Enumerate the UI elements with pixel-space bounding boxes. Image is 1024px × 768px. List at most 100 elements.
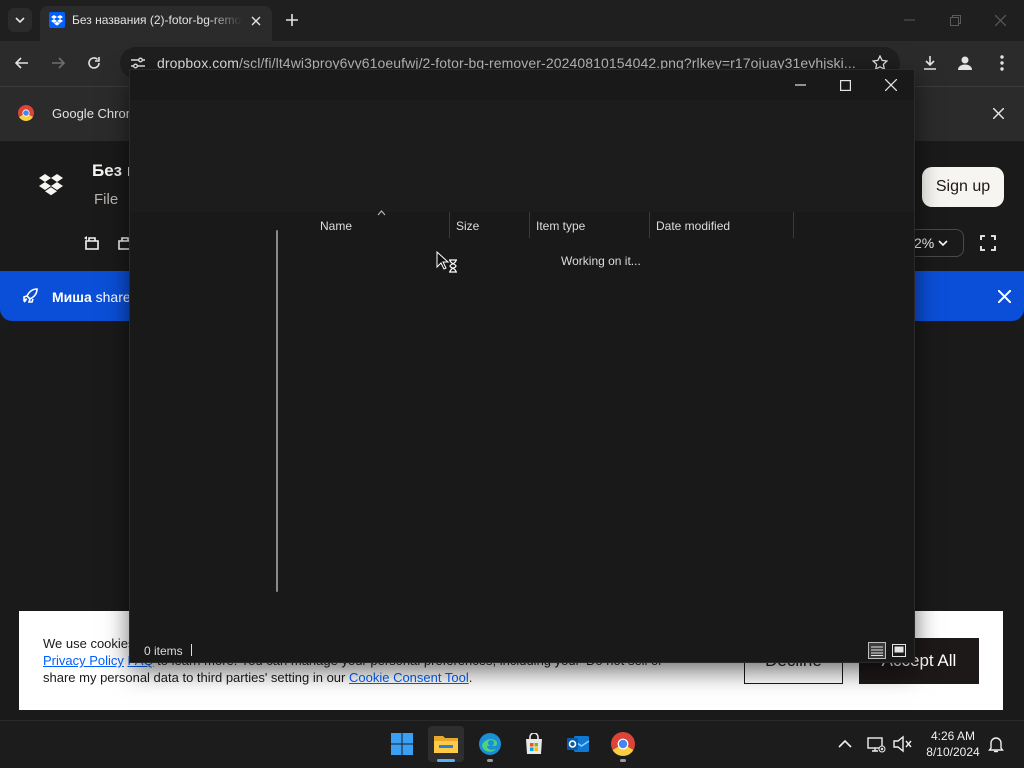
tab-close-button[interactable] (247, 12, 265, 30)
taskbar-store[interactable] (516, 726, 552, 762)
cookie-consent-link[interactable]: Cookie Consent Tool (349, 670, 469, 685)
rotate-left-icon[interactable] (82, 234, 102, 252)
file-list[interactable] (288, 212, 914, 640)
loading-message: Working on it... (561, 254, 641, 268)
more-vertical-icon (1000, 55, 1004, 71)
preview-view-icon (892, 644, 906, 657)
sort-ascending-icon (377, 210, 386, 216)
network-icon[interactable] (866, 734, 886, 754)
dialog-status-bar (130, 640, 914, 662)
dropbox-favicon-icon (49, 12, 65, 28)
url-text[interactable]: dropbox.com/scl/fi/lt4wi3proy6vy61oeufwj… (157, 55, 857, 71)
details-view-button[interactable] (868, 642, 886, 659)
privacy-policy-link[interactable]: Privacy Policy (43, 653, 124, 668)
taskbar-outlook[interactable] (560, 726, 596, 762)
dialog-close-button[interactable] (879, 76, 903, 94)
infobar-close-button[interactable] (989, 104, 1007, 122)
notification-bell-icon[interactable] (987, 735, 1005, 753)
column-divider[interactable] (529, 212, 530, 238)
windows-start-icon (391, 733, 413, 755)
taskbar-chrome[interactable] (605, 726, 641, 762)
dialog-maximize-button[interactable] (833, 76, 857, 94)
folder-icon (434, 736, 458, 753)
minimize-icon (903, 19, 915, 21)
star-icon (872, 55, 888, 71)
restore-icon (949, 14, 961, 26)
close-icon (992, 107, 1004, 119)
column-header-date-modified[interactable]: Date modified (656, 219, 730, 233)
reload-button[interactable] (80, 49, 108, 77)
column-divider[interactable] (649, 212, 650, 238)
zoom-select[interactable]: 2% (912, 229, 964, 257)
navigation-scrollbar[interactable] (276, 230, 278, 592)
column-header-size[interactable]: Size (456, 219, 479, 233)
browser-restore-button[interactable] (943, 10, 967, 30)
column-header-item-type[interactable]: Item type (536, 219, 585, 233)
url-host: dropbox.com (157, 55, 240, 71)
chevron-down-icon (15, 17, 25, 23)
maximize-icon (839, 79, 851, 91)
chrome-menu-button[interactable] (988, 49, 1016, 77)
list-view-icon (871, 646, 883, 656)
taskbar-edge[interactable] (472, 726, 508, 762)
dialog-minimize-button[interactable] (788, 76, 812, 94)
browser-close-button[interactable] (988, 10, 1012, 30)
cookie-line-end: . (468, 670, 473, 685)
active-app-indicator (437, 759, 455, 762)
status-separator (191, 644, 192, 656)
close-icon (997, 289, 1011, 303)
outlook-icon (567, 736, 590, 752)
tune-icon (131, 57, 145, 69)
navigation-pane[interactable] (130, 212, 288, 640)
chrome-icon (611, 732, 635, 756)
profile-button[interactable] (951, 49, 979, 77)
sign-up-button[interactable]: Sign up (922, 167, 1004, 207)
taskbar-file-explorer[interactable] (428, 726, 464, 762)
dropbox-logo-icon[interactable] (39, 174, 63, 196)
cookie-line-3: share my personal data to third parties'… (43, 670, 349, 685)
busy-cursor-icon (436, 251, 457, 273)
reload-icon (88, 57, 100, 69)
plus-icon (286, 14, 298, 26)
cookie-line-1: We use cookies (43, 636, 135, 651)
tab-search-button[interactable] (8, 8, 32, 32)
forward-button[interactable] (44, 49, 72, 77)
column-divider[interactable] (793, 212, 794, 238)
person-icon (958, 56, 972, 70)
infobar-message: Google Chrom (52, 106, 137, 121)
running-app-indicator (620, 759, 626, 762)
tab-title: Без названия (2)-fotor-bg-remover-202408… (72, 13, 242, 27)
back-button[interactable] (8, 49, 36, 77)
chevron-up-icon[interactable] (836, 735, 854, 753)
column-header-name[interactable]: Name (320, 219, 352, 233)
downloads-button[interactable] (916, 49, 944, 77)
file-menu[interactable]: File (94, 191, 118, 208)
store-icon (526, 733, 542, 754)
banner-message: share (91, 289, 131, 305)
column-divider[interactable] (449, 212, 450, 238)
banner-close-button[interactable] (995, 287, 1013, 305)
zoom-value: 2% (914, 235, 935, 251)
item-count: 0 items (144, 644, 183, 658)
url-path: /scl/fi/lt4wi3proy6vy61oeufwj/2-fotor-bg… (239, 55, 856, 71)
arrow-right-icon (52, 57, 65, 69)
running-app-indicator (487, 759, 493, 762)
arrow-left-icon (15, 57, 28, 69)
fullscreen-icon[interactable] (979, 234, 997, 252)
download-icon (924, 56, 936, 70)
close-icon (251, 16, 261, 26)
clock-time[interactable]: 4:26 AM (920, 729, 986, 743)
chrome-logo-icon (18, 105, 34, 121)
sharer-name: Миша (52, 289, 92, 305)
close-icon (885, 79, 897, 91)
chevron-down-icon (938, 240, 948, 246)
edge-icon (479, 733, 501, 755)
new-tab-button[interactable] (282, 10, 302, 30)
volume-muted-icon[interactable] (892, 735, 912, 753)
start-button[interactable] (384, 726, 420, 762)
large-icons-view-button[interactable] (890, 642, 908, 659)
close-icon (994, 14, 1006, 26)
clock-date[interactable]: 8/10/2024 (920, 745, 986, 759)
dialog-command-area (130, 100, 914, 212)
browser-minimize-button[interactable] (897, 10, 921, 30)
